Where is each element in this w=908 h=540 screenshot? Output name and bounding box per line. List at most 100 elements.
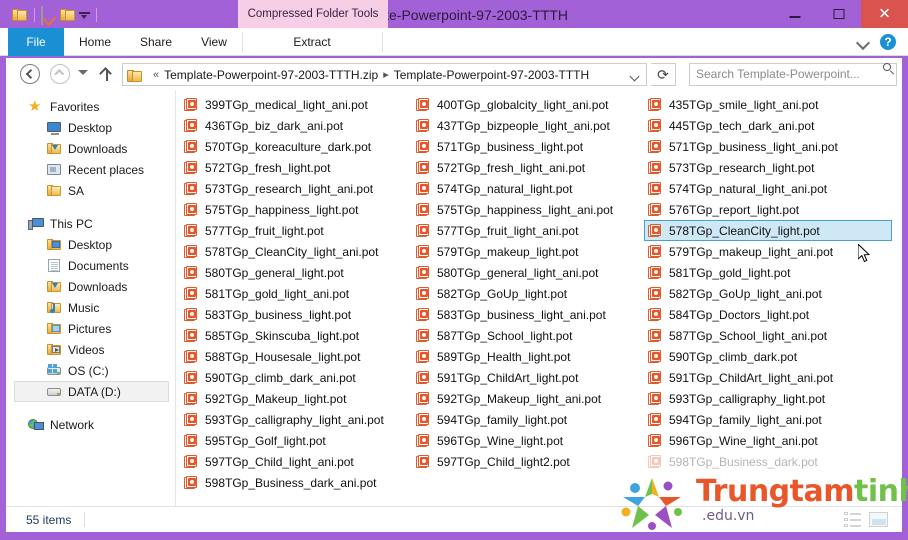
sidebar-item-sa[interactable]: SA <box>6 180 175 201</box>
breadcrumb-item-zip[interactable]: Template-Powerpoint-97-2003-TTTH.zip <box>164 68 378 82</box>
file-list-item[interactable]: 584TGp_Doctors_light.pot <box>644 304 892 325</box>
breadcrumb[interactable]: « Template-Powerpoint-97-2003-TTTH.zip ▸… <box>122 63 647 86</box>
details-view-button[interactable] <box>842 511 864 529</box>
tab-share[interactable]: Share <box>126 28 186 56</box>
tab-view[interactable]: View <box>186 28 242 56</box>
file-list-item[interactable]: 588TGp_Housesale_light.pot <box>180 346 412 367</box>
file-list-item[interactable]: 587TGp_School_light.pot <box>412 325 644 346</box>
file-list-item[interactable]: 570TGp_koreaculture_dark.pot <box>180 136 412 157</box>
chevron-down-icon[interactable] <box>631 73 640 79</box>
file-list-item[interactable]: 594TGp_family_light.pot <box>412 409 644 430</box>
file-list-item[interactable]: 587TGp_School_light_ani.pot <box>644 325 892 346</box>
sidebar-item-music[interactable]: Music <box>6 297 175 318</box>
sidebar-item-downloads[interactable]: Downloads <box>6 138 175 159</box>
file-list-pane[interactable]: 399TGp_medical_light_ani.pot 436TGp_biz_d… <box>176 90 902 506</box>
file-list-item[interactable]: 574TGp_natural_light.pot <box>412 178 644 199</box>
file-list-item[interactable]: 583TGp_business_light.pot <box>180 304 412 325</box>
tab-home[interactable]: Home <box>64 28 126 56</box>
file-list-item[interactable]: 579TGp_makeup_light_ani.pot <box>644 241 892 262</box>
sidebar-item-pictures[interactable]: Pictures <box>6 318 175 339</box>
sidebar-item-this-pc[interactable]: This PC <box>6 213 175 234</box>
file-list-item[interactable]: 597TGp_Child_light2.pot <box>412 451 644 472</box>
file-list-item[interactable]: 572TGp_fresh_light_ani.pot <box>412 157 644 178</box>
contextual-tab-compressed-folder-tools[interactable]: Compressed Folder Tools <box>238 0 388 28</box>
file-list-item[interactable]: 597TGp_Child_light_ani.pot <box>180 451 412 472</box>
tab-extract[interactable]: Extract <box>242 28 382 56</box>
file-list-item[interactable]: 598TGp_Business_dark.pot <box>644 451 892 472</box>
refresh-button[interactable]: ⟳ <box>651 63 676 86</box>
file-list-item[interactable]: 576TGp_report_light.pot <box>644 199 892 220</box>
file-list-item[interactable]: 593TGp_calligraphy_light.pot <box>644 388 892 409</box>
file-list-item[interactable]: 573TGp_research_light_ani.pot <box>180 178 412 199</box>
sidebar-item-desktop[interactable]: Desktop <box>6 117 175 138</box>
forward-button[interactable] <box>50 64 70 84</box>
large-icons-view-button[interactable] <box>868 511 890 529</box>
recent-locations-icon[interactable] <box>78 70 88 75</box>
file-list-item[interactable]: 436TGp_biz_dark_ani.pot <box>180 115 412 136</box>
file-list-item[interactable]: 596TGp_Wine_light.pot <box>412 430 644 451</box>
file-list-item[interactable]: 590TGp_climb_dark_ani.pot <box>180 367 412 388</box>
sidebar-item-videos[interactable]: Videos <box>6 339 175 360</box>
file-list-item[interactable]: 435TGp_smile_light_ani.pot <box>644 94 892 115</box>
sidebar-item-recent-places[interactable]: Recent places <box>6 159 175 180</box>
file-list-item[interactable]: 591TGp_ChildArt_light.pot <box>412 367 644 388</box>
tab-file[interactable]: File <box>8 28 64 56</box>
sidebar-item-downloads[interactable]: Downloads <box>6 276 175 297</box>
file-list-item[interactable]: 445TGp_tech_dark_ani.pot <box>644 115 892 136</box>
sidebar-item-network[interactable]: Network <box>6 414 175 435</box>
new-folder-icon[interactable] <box>60 7 76 23</box>
maximize-button[interactable] <box>817 0 861 28</box>
file-list-item[interactable]: 574TGp_natural_light_ani.pot <box>644 178 892 199</box>
file-list-item[interactable]: 589TGp_Health_light.pot <box>412 346 644 367</box>
folder-icon[interactable] <box>12 7 28 23</box>
customize-dropdown-icon[interactable] <box>79 10 90 21</box>
file-list-item[interactable]: 582TGp_GoUp_light_ani.pot <box>644 283 892 304</box>
minimize-button[interactable] <box>773 0 817 28</box>
file-list-item[interactable]: 595TGp_Golf_light.pot <box>180 430 412 451</box>
file-list-item[interactable]: 593TGp_calligraphy_light_ani.pot <box>180 409 412 430</box>
file-list-item[interactable]: 581TGp_gold_light_ani.pot <box>180 283 412 304</box>
file-list-item[interactable]: 437TGp_bizpeople_light_ani.pot <box>412 115 644 136</box>
file-list-item[interactable]: 594TGp_family_light_ani.pot <box>644 409 892 430</box>
back-button[interactable] <box>20 64 40 84</box>
sidebar-item-desktop[interactable]: Desktop <box>6 234 175 255</box>
file-list-item[interactable]: 591TGp_ChildArt_light_ani.pot <box>644 367 892 388</box>
sidebar-item-favorites[interactable]: ★ Favorites <box>6 96 175 117</box>
file-list-item[interactable]: 592TGp_Makeup_light.pot <box>180 388 412 409</box>
search-icon[interactable] <box>883 63 895 75</box>
file-list-item[interactable]: 580TGp_general_light_ani.pot <box>412 262 644 283</box>
file-list-item[interactable]: 585TGp_Skinscuba_light.pot <box>180 325 412 346</box>
breadcrumb-item-folder[interactable]: Template-Powerpoint-97-2003-TTTH <box>394 68 589 82</box>
file-list-item[interactable]: 571TGp_business_light_ani.pot <box>644 136 892 157</box>
file-list-item[interactable]: 572TGp_fresh_light.pot <box>180 157 412 178</box>
file-list-item[interactable]: 580TGp_general_light.pot <box>180 262 412 283</box>
file-list-item[interactable]: 577TGp_fruit_light.pot <box>180 220 412 241</box>
navigation-pane[interactable]: ★ Favorites Desktop Downloads Recent places S… <box>6 90 176 506</box>
properties-icon[interactable] <box>41 6 57 25</box>
file-list-item[interactable]: 590TGp_climb_dark.pot <box>644 346 892 367</box>
close-button[interactable]: ✕ <box>861 0 908 28</box>
file-list-item[interactable]: 582TGp_GoUp_light.pot <box>412 283 644 304</box>
file-list-item[interactable]: 400TGp_globalcity_light_ani.pot <box>412 94 644 115</box>
chevron-down-icon[interactable] <box>858 37 870 47</box>
file-list-item[interactable]: 578TGp_CleanCity_light.pot <box>644 220 892 241</box>
file-list-item[interactable]: 571TGp_business_light.pot <box>412 136 644 157</box>
file-list-item[interactable]: 598TGp_Business_dark_ani.pot <box>180 472 412 493</box>
search-input[interactable]: Search Template-Powerpoint... <box>689 63 897 86</box>
file-list-item[interactable]: 592TGp_Makeup_light_ani.pot <box>412 388 644 409</box>
file-list-item[interactable]: 573TGp_research_light.pot <box>644 157 892 178</box>
file-list-item[interactable]: 575TGp_happiness_light_ani.pot <box>412 199 644 220</box>
sidebar-item-documents[interactable]: Documents <box>6 255 175 276</box>
up-one-level-icon[interactable] <box>100 67 114 81</box>
file-list-item[interactable]: 581TGp_gold_light.pot <box>644 262 892 283</box>
file-list-item[interactable]: 577TGp_fruit_light_ani.pot <box>412 220 644 241</box>
sidebar-item-os-c[interactable]: OS (C:) <box>6 360 175 381</box>
file-list-item[interactable]: 583TGp_business_light_ani.pot <box>412 304 644 325</box>
file-list-item[interactable]: 579TGp_makeup_light.pot <box>412 241 644 262</box>
file-list-item[interactable]: 596TGp_Wine_light_ani.pot <box>644 430 892 451</box>
file-list-item[interactable]: 575TGp_happiness_light.pot <box>180 199 412 220</box>
help-icon[interactable]: ? <box>880 34 896 50</box>
sidebar-item-data-d[interactable]: DATA (D:) <box>14 381 169 402</box>
file-list-item[interactable]: 578TGp_CleanCity_light_ani.pot <box>180 241 412 262</box>
file-list-item[interactable]: 399TGp_medical_light_ani.pot <box>180 94 412 115</box>
